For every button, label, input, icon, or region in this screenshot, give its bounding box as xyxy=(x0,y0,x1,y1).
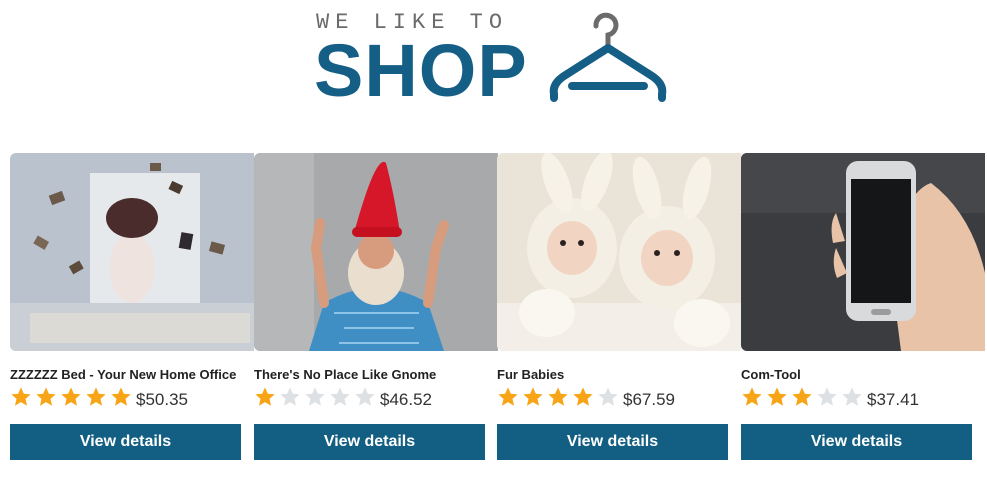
product-rating: $67.59 xyxy=(497,386,675,410)
star-icon xyxy=(254,386,279,410)
star-icon xyxy=(741,386,766,410)
product-title[interactable]: Fur Babies xyxy=(497,367,564,382)
star-icon xyxy=(329,386,354,410)
product-title[interactable]: Com-Tool xyxy=(741,367,801,382)
star-icon xyxy=(572,386,597,410)
product-card: Fur Babies $67.59 View details xyxy=(497,153,741,463)
star-icon xyxy=(841,386,866,410)
star-icon xyxy=(304,386,329,410)
shop-logo[interactable]: WE LIKE TO SHOP xyxy=(310,6,690,116)
star-icon xyxy=(279,386,304,410)
product-card: There's No Place Like Gnome $46.52 View … xyxy=(254,153,498,463)
star-icon xyxy=(110,386,135,410)
product-price: $46.52 xyxy=(380,390,432,409)
star-icon xyxy=(791,386,816,410)
shop-page: WE LIKE TO SHOP ZZZZZZ Bed - Your New Ho… xyxy=(0,0,987,490)
product-image-gnome[interactable] xyxy=(254,153,498,351)
view-details-button[interactable]: View details xyxy=(254,424,485,460)
view-details-button[interactable]: View details xyxy=(741,424,972,460)
star-icon xyxy=(597,386,622,410)
view-details-button[interactable]: View details xyxy=(497,424,728,460)
star-icon xyxy=(354,386,379,410)
product-rating: $37.41 xyxy=(741,386,919,410)
product-rating: $46.52 xyxy=(254,386,432,410)
logo-word: SHOP xyxy=(314,29,528,112)
product-list: ZZZZZZ Bed - Your New Home Office $50.35… xyxy=(10,153,987,463)
star-icon xyxy=(35,386,60,410)
product-rating: $50.35 xyxy=(10,386,188,410)
star-icon xyxy=(816,386,841,410)
product-price: $37.41 xyxy=(867,390,919,409)
hanger-icon xyxy=(548,8,670,104)
star-icon xyxy=(85,386,110,410)
product-card: ZZZZZZ Bed - Your New Home Office $50.35… xyxy=(10,153,254,463)
product-image-bed[interactable] xyxy=(10,153,254,351)
star-icon xyxy=(766,386,791,410)
product-price: $67.59 xyxy=(623,390,675,409)
star-icon xyxy=(60,386,85,410)
star-icon xyxy=(522,386,547,410)
product-card: Com-Tool $37.41 View details xyxy=(741,153,985,463)
star-icon xyxy=(497,386,522,410)
star-icon xyxy=(547,386,572,410)
star-icon xyxy=(10,386,35,410)
product-image-fur-babies[interactable] xyxy=(497,153,741,351)
view-details-button[interactable]: View details xyxy=(10,424,241,460)
product-title[interactable]: There's No Place Like Gnome xyxy=(254,367,436,382)
product-title[interactable]: ZZZZZZ Bed - Your New Home Office xyxy=(10,367,236,382)
product-price: $50.35 xyxy=(136,390,188,409)
product-image-com-tool[interactable] xyxy=(741,153,985,351)
